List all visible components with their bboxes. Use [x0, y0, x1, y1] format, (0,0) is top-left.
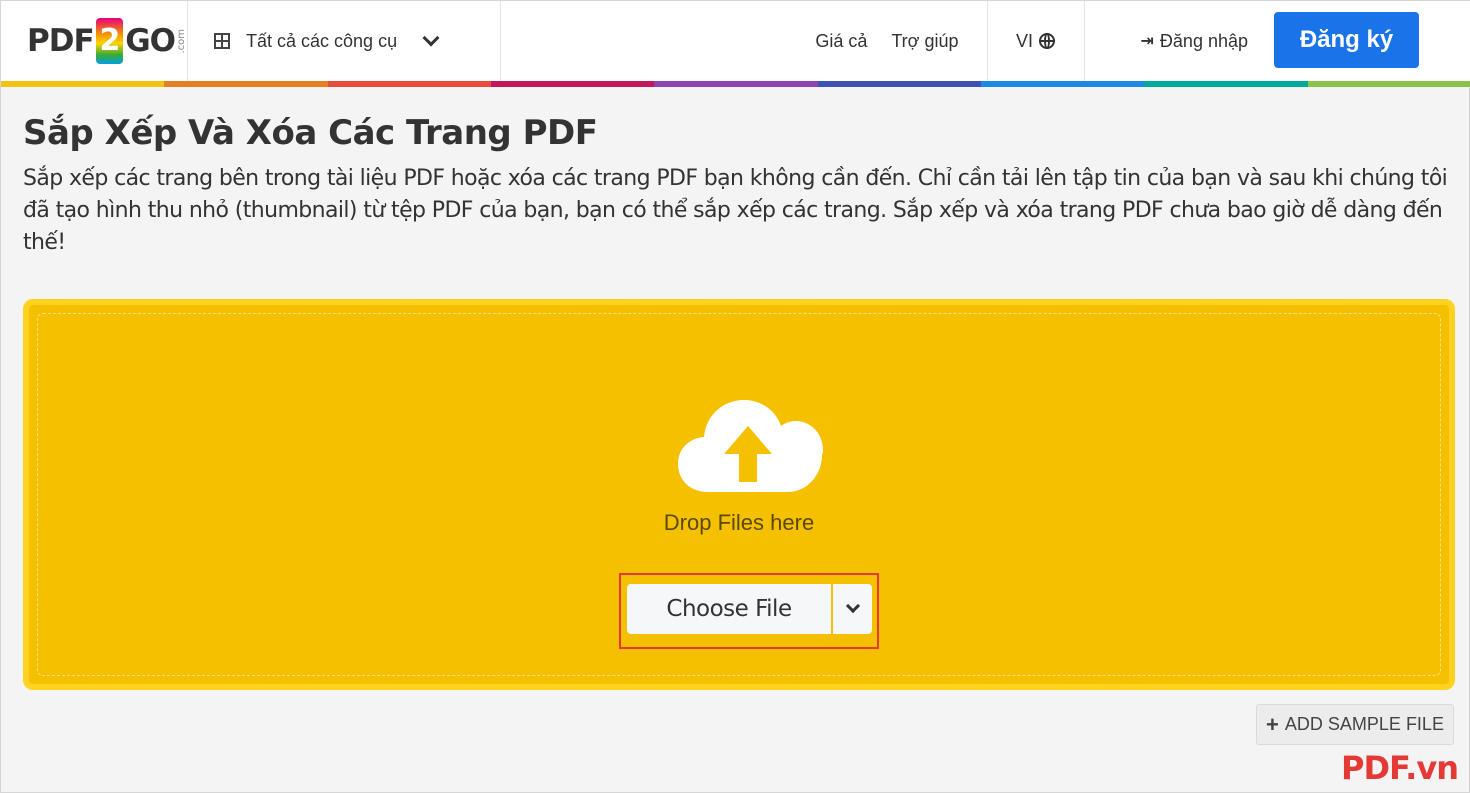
- color-stripe: [1, 81, 1470, 87]
- header: PDF 2 GO .com Tất cả các công cụ Giá cả Trợ…: [1, 1, 1470, 81]
- page-title: Sắp Xếp Và Xóa Các Trang PDF: [23, 113, 598, 153]
- drop-files-text: Drop Files here: [663, 510, 815, 535]
- language-code: VI: [1016, 30, 1034, 51]
- add-sample-file-label: ADD SAMPLE FILE: [1284, 714, 1444, 734]
- sign-in-icon: ⇥: [1140, 33, 1154, 50]
- choose-file-button[interactable]: Choose File: [627, 584, 831, 634]
- page-description: Sắp xếp các trang bên trong tài liệu PDF…: [23, 166, 1448, 255]
- dropzone-dashed-border: Drop Files here Choose File: [37, 313, 1441, 676]
- grid-icon: [214, 33, 230, 49]
- color-stripe-segment: [490, 81, 655, 87]
- plus-icon: +: [1266, 711, 1279, 737]
- login-link[interactable]: ⇥ Đăng nhập: [1085, 1, 1274, 81]
- logo[interactable]: PDF 2 GO .com: [1, 1, 187, 81]
- color-stripe-segment: [817, 81, 981, 87]
- color-stripe-segment: [1307, 81, 1470, 87]
- logo-suffix: .com: [176, 28, 187, 54]
- color-stripe-segment: [980, 81, 1145, 87]
- logo-text-left: PDF: [27, 23, 95, 59]
- color-stripe-segment: [1, 81, 165, 87]
- color-stripe-segment: [654, 81, 818, 87]
- nav-help-link[interactable]: Trợ giúp: [891, 31, 958, 52]
- logo-text-right: GO: [125, 23, 176, 59]
- login-label: Đăng nhập: [1159, 30, 1248, 51]
- language-selector[interactable]: VI: [988, 1, 1084, 81]
- logo-digit: 2: [95, 18, 124, 64]
- color-stripe-segment: [327, 81, 491, 87]
- color-stripe-segment: [164, 81, 328, 87]
- chevron-down-icon: [422, 29, 440, 47]
- all-tools-label: Tất cả các công cụ: [246, 30, 398, 51]
- choose-file-highlight: Choose File: [619, 573, 879, 649]
- add-sample-file-button[interactable]: + ADD SAMPLE FILE: [1256, 704, 1454, 745]
- chevron-down-icon: [845, 598, 860, 614]
- color-stripe-segment: [1144, 81, 1308, 87]
- choose-file-dropdown[interactable]: [833, 584, 872, 634]
- nav-pricing-link[interactable]: Giá cả: [815, 31, 867, 52]
- watermark: PDF.vn: [1341, 749, 1459, 787]
- nav-links: Giá cả Trợ giúp: [815, 1, 986, 81]
- globe-icon: [1039, 33, 1056, 49]
- signup-button[interactable]: Đăng ký: [1274, 12, 1419, 68]
- all-tools-menu[interactable]: Tất cả các công cụ: [188, 1, 500, 81]
- cloud-upload-icon: [678, 400, 823, 492]
- file-dropzone[interactable]: Drop Files here Choose File: [23, 299, 1455, 690]
